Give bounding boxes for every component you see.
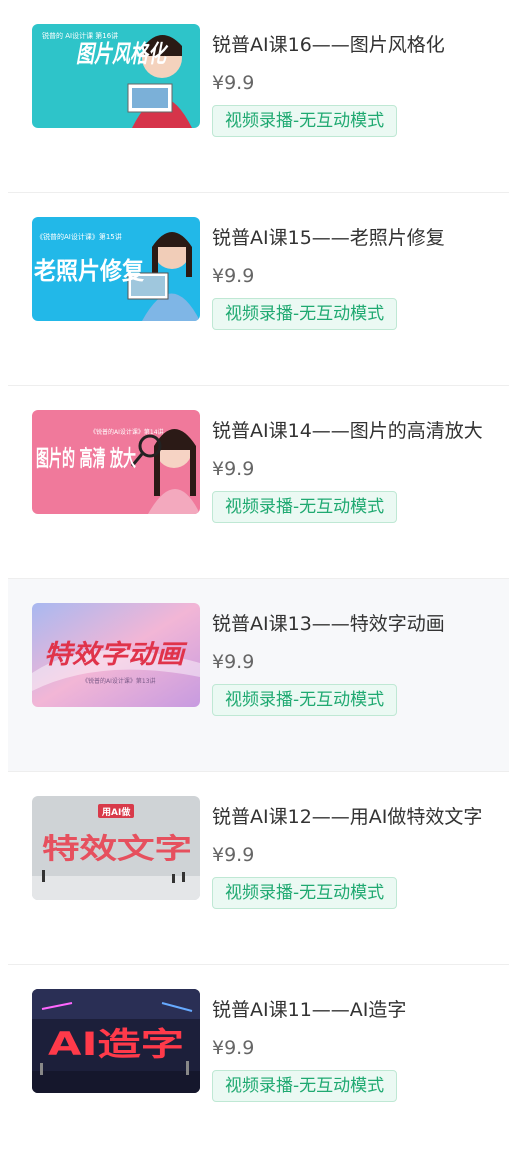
course-price: ¥9.9 (212, 1037, 255, 1059)
course-thumbnail[interactable]: AI造字 (32, 989, 200, 1093)
thumb-small-text: 锐普的 AI设计课 第16讲 (42, 31, 118, 40)
course-title[interactable]: 锐普AI课15——老照片修复 (212, 223, 487, 253)
course-thumbnail[interactable]: 《锐普的AI设计课》第14讲 图片的 高清 放大 (32, 410, 200, 514)
course-thumbnail[interactable]: 特效字动画 《锐普的AI设计课》第13讲 (32, 603, 200, 707)
course-price: ¥9.9 (212, 651, 255, 673)
course-title[interactable]: 锐普AI课14——图片的高清放大 (212, 416, 487, 446)
course-item[interactable]: 《锐普的AI设计课》第14讲 图片的 高清 放大 锐普AI课14——图片的高清放… (8, 386, 509, 579)
course-price: ¥9.9 (212, 72, 255, 94)
course-title[interactable]: 锐普AI课16——图片风格化 (212, 30, 487, 60)
course-price: ¥9.9 (212, 844, 255, 866)
course-type-badge: 视频录播-无互动模式 (212, 298, 398, 330)
course-title[interactable]: 锐普AI课12——用AI做特效文字 (212, 802, 487, 832)
course-thumbnail[interactable]: 用AI做 特效文字 (32, 796, 200, 900)
thumb-title-text: 老照片修复 (34, 257, 145, 285)
thumb-title-text: 特效字动画 (44, 640, 188, 670)
thumb-title-text: 图片风格化 (76, 40, 169, 68)
thumb-small-text: 《锐普的AI设计课》第13讲 (82, 677, 156, 685)
course-thumbnail[interactable]: 《锐普的AI设计课》第15讲 老照片修复 (32, 217, 200, 321)
thumb-title-text: 图片的 高清 放大 (36, 446, 136, 472)
thumb-small-text: 《锐普的AI设计课》第15讲 (36, 232, 122, 241)
course-type-badge: 视频录播-无互动模式 (212, 877, 398, 909)
thumb-small-text: 《锐普的AI设计课》第14讲 (90, 428, 164, 436)
course-type-badge: 视频录播-无互动模式 (212, 105, 398, 137)
course-price: ¥9.9 (212, 265, 255, 287)
course-title[interactable]: 锐普AI课13——特效字动画 (212, 609, 487, 639)
course-type-badge: 视频录播-无互动模式 (212, 491, 398, 523)
course-item[interactable]: 《锐普的AI设计课》第15讲 老照片修复 锐普AI课15——老照片修复 ¥9.9… (8, 193, 509, 386)
course-item[interactable]: 锐普的 AI设计课 第16讲 图片风格化 锐普AI课16——图片风格化 ¥9.9… (8, 0, 509, 193)
course-type-badge: 视频录播-无互动模式 (212, 684, 398, 716)
course-item[interactable]: 用AI做 特效文字 锐普AI课12——用AI做特效文字 ¥9.9 视频录播-无互… (8, 772, 509, 965)
course-thumbnail[interactable]: 锐普的 AI设计课 第16讲 图片风格化 (32, 24, 200, 128)
course-item[interactable]: AI造字 锐普AI课11——AI造字 ¥9.9 视频录播-无互动模式 (8, 965, 509, 1158)
course-type-badge: 视频录播-无互动模式 (212, 1070, 398, 1102)
thumb-title-text: 特效文字 (42, 832, 192, 865)
thumb-small-text: 用AI做 (101, 806, 131, 818)
thumb-title-text: AI造字 (48, 1025, 184, 1063)
course-title[interactable]: 锐普AI课11——AI造字 (212, 995, 487, 1025)
course-price: ¥9.9 (212, 458, 255, 480)
course-item[interactable]: 特效字动画 《锐普的AI设计课》第13讲 锐普AI课13——特效字动画 ¥9.9… (8, 579, 509, 772)
